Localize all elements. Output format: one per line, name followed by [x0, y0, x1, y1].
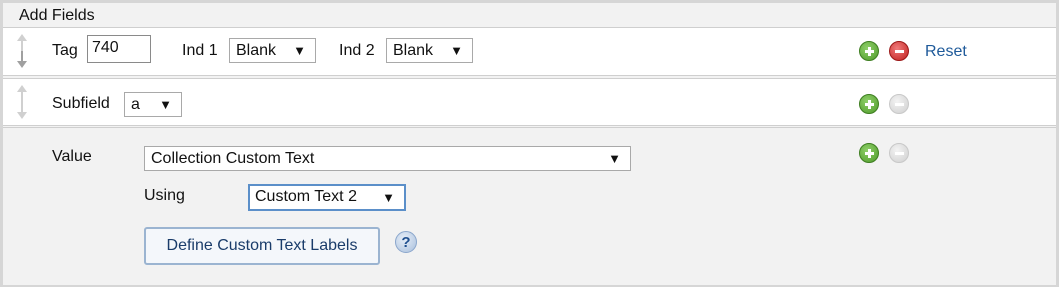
value-label: Value	[52, 148, 92, 165]
ind2-select[interactable]: Blank ▼	[386, 38, 473, 63]
remove-subfield-icon	[889, 94, 909, 114]
value-select-value: Collection Custom Text	[151, 150, 315, 167]
ind1-label: Ind 1	[182, 42, 218, 59]
dropdown-arrow-icon: ▼	[382, 190, 395, 205]
panel-header: Add Fields	[3, 3, 1056, 27]
value-row: Value Collection Custom Text ▼ Using Cus…	[3, 127, 1056, 285]
add-fields-panel: Add Fields Tag 740 Ind 1 Blank ▼ Ind 2 B…	[0, 0, 1059, 287]
ind2-label: Ind 2	[339, 42, 375, 59]
ind1-select[interactable]: Blank ▼	[229, 38, 316, 63]
ind1-value: Blank	[236, 42, 277, 59]
dropdown-arrow-icon: ▼	[159, 97, 172, 112]
subfield-select[interactable]: a ▼	[124, 92, 182, 117]
tag-input[interactable]: 740	[87, 35, 151, 63]
add-field-icon[interactable]	[859, 41, 879, 61]
panel-title: Add Fields	[19, 7, 95, 24]
add-subfield-icon[interactable]	[859, 94, 879, 114]
subfield-row: Subfield a ▼	[3, 78, 1056, 126]
help-icon[interactable]: ?	[395, 231, 417, 253]
using-select-value: Custom Text 2	[255, 188, 357, 205]
using-select[interactable]: Custom Text 2 ▼	[248, 184, 406, 211]
remove-value-icon	[889, 143, 909, 163]
tag-label: Tag	[52, 42, 78, 59]
subfield-value: a	[131, 96, 140, 113]
define-custom-text-labels-button[interactable]: Define Custom Text Labels	[144, 227, 380, 265]
remove-field-icon[interactable]	[889, 41, 909, 61]
drag-handle-icon[interactable]	[15, 85, 29, 119]
reset-link[interactable]: Reset	[925, 43, 967, 61]
subfield-label: Subfield	[52, 95, 110, 112]
value-select[interactable]: Collection Custom Text ▼	[144, 146, 631, 171]
dropdown-arrow-icon: ▼	[450, 43, 463, 58]
add-value-icon[interactable]	[859, 143, 879, 163]
tag-row: Tag 740 Ind 1 Blank ▼ Ind 2 Blank ▼ Rese…	[3, 27, 1056, 76]
dropdown-arrow-icon: ▼	[293, 43, 306, 58]
dropdown-arrow-icon: ▼	[608, 151, 621, 166]
using-label: Using	[144, 187, 185, 204]
drag-handle-icon[interactable]	[15, 34, 29, 68]
ind2-value: Blank	[393, 42, 434, 59]
